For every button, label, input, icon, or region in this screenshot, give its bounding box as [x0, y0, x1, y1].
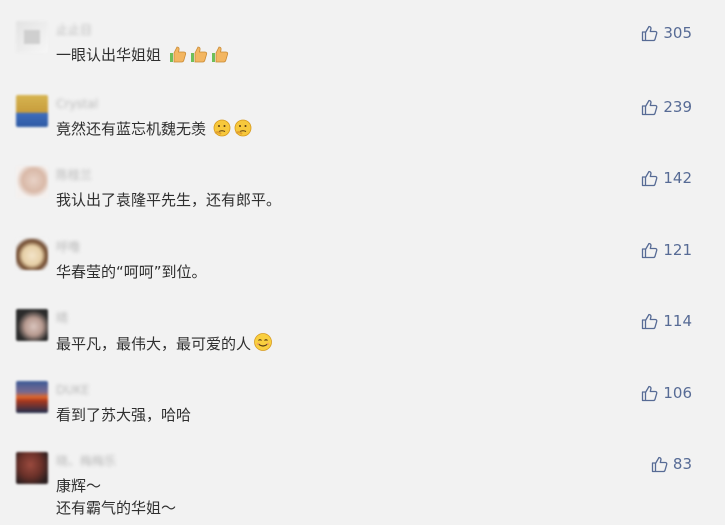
like-button[interactable]: 305: [641, 23, 692, 43]
comment-text: 华春莹的“呵呵”到位。: [56, 261, 207, 283]
like-count: 114: [663, 312, 692, 330]
smiling-face-emoji: [254, 333, 272, 351]
thinking-face-emoji: [213, 119, 231, 137]
avatar[interactable]: [16, 452, 48, 484]
like-count: 106: [663, 384, 692, 402]
avatar[interactable]: [16, 381, 48, 413]
like-count: 121: [663, 241, 692, 259]
like-button[interactable]: 83: [651, 454, 692, 474]
comment-text-body: 一眼认出华姐姐: [56, 46, 162, 64]
comment-text: 一眼认出华姐姐: [56, 44, 229, 66]
avatar[interactable]: [16, 309, 48, 341]
avatar[interactable]: [16, 21, 48, 53]
like-button[interactable]: 239: [641, 97, 692, 117]
nickname[interactable]: 止止日: [56, 23, 92, 37]
comment-text: 康辉～ 还有霸气的华姐～: [56, 475, 176, 519]
comment-text: 我认出了袁隆平先生，还有郎平。: [56, 189, 281, 211]
thumbs-up-icon: [642, 313, 658, 329]
avatar[interactable]: [16, 238, 48, 270]
nickname[interactable]: DUKE: [56, 383, 89, 397]
comment-text-body: 我认出了袁隆平先生，还有郎平。: [56, 191, 282, 209]
thinking-face-emoji-group: [206, 119, 253, 138]
comment-text-body: 看到了苏大强，哈哈: [56, 406, 192, 424]
like-count: 239: [663, 98, 692, 116]
nickname[interactable]: Crystal: [56, 97, 98, 111]
nickname[interactable]: 呼噜: [56, 240, 80, 254]
like-button[interactable]: 106: [641, 383, 692, 403]
thumbs-up-icon: [642, 170, 658, 186]
like-button[interactable]: 142: [641, 168, 692, 188]
comment-text: 竟然还有蓝忘机魏无羡: [56, 118, 253, 140]
thumbs-up-icon: [642, 25, 658, 41]
comment-text: 最平凡，最伟大，最可爱的人: [56, 332, 274, 355]
comment-text: 看到了苏大强，哈哈: [56, 404, 191, 426]
like-count: 83: [672, 455, 692, 473]
like-count: 305: [663, 24, 692, 42]
nickname[interactable]: 晓、梅梅乐: [56, 454, 116, 468]
thumbs-up-emoji: [169, 46, 186, 63]
avatar[interactable]: [16, 166, 48, 198]
avatar[interactable]: [16, 95, 48, 127]
thumbs-up-emoji: [190, 46, 207, 63]
nickname[interactable]: 晴: [56, 311, 68, 325]
thumbs-up-emoji-group: [161, 46, 229, 64]
thumbs-up-icon: [642, 242, 658, 258]
thumbs-up-icon: [642, 99, 658, 115]
comment-list: 止止日 一眼认出华姐姐 305 Crystal 竟然还有蓝忘机魏无羡 239 陈…: [0, 0, 725, 525]
thumbs-up-emoji: [211, 46, 228, 63]
comment-text-line: 还有霸气的华姐～: [56, 499, 177, 517]
comment-text-body: 最平凡，最伟大，最可爱的人: [56, 335, 252, 353]
like-button[interactable]: 121: [641, 240, 692, 260]
thumbs-up-icon: [642, 385, 658, 401]
like-count: 142: [663, 169, 692, 187]
comment-text-line: 康辉～: [56, 477, 102, 495]
comment-text-body: 华春莹的“呵呵”到位。: [56, 263, 207, 281]
thumbs-up-icon: [651, 456, 668, 472]
like-button[interactable]: 114: [641, 311, 692, 331]
nickname[interactable]: 陈桂兰: [56, 168, 92, 182]
comment-text-body: 竟然还有蓝忘机魏无羡: [56, 120, 207, 138]
thinking-face-emoji: [234, 119, 252, 137]
